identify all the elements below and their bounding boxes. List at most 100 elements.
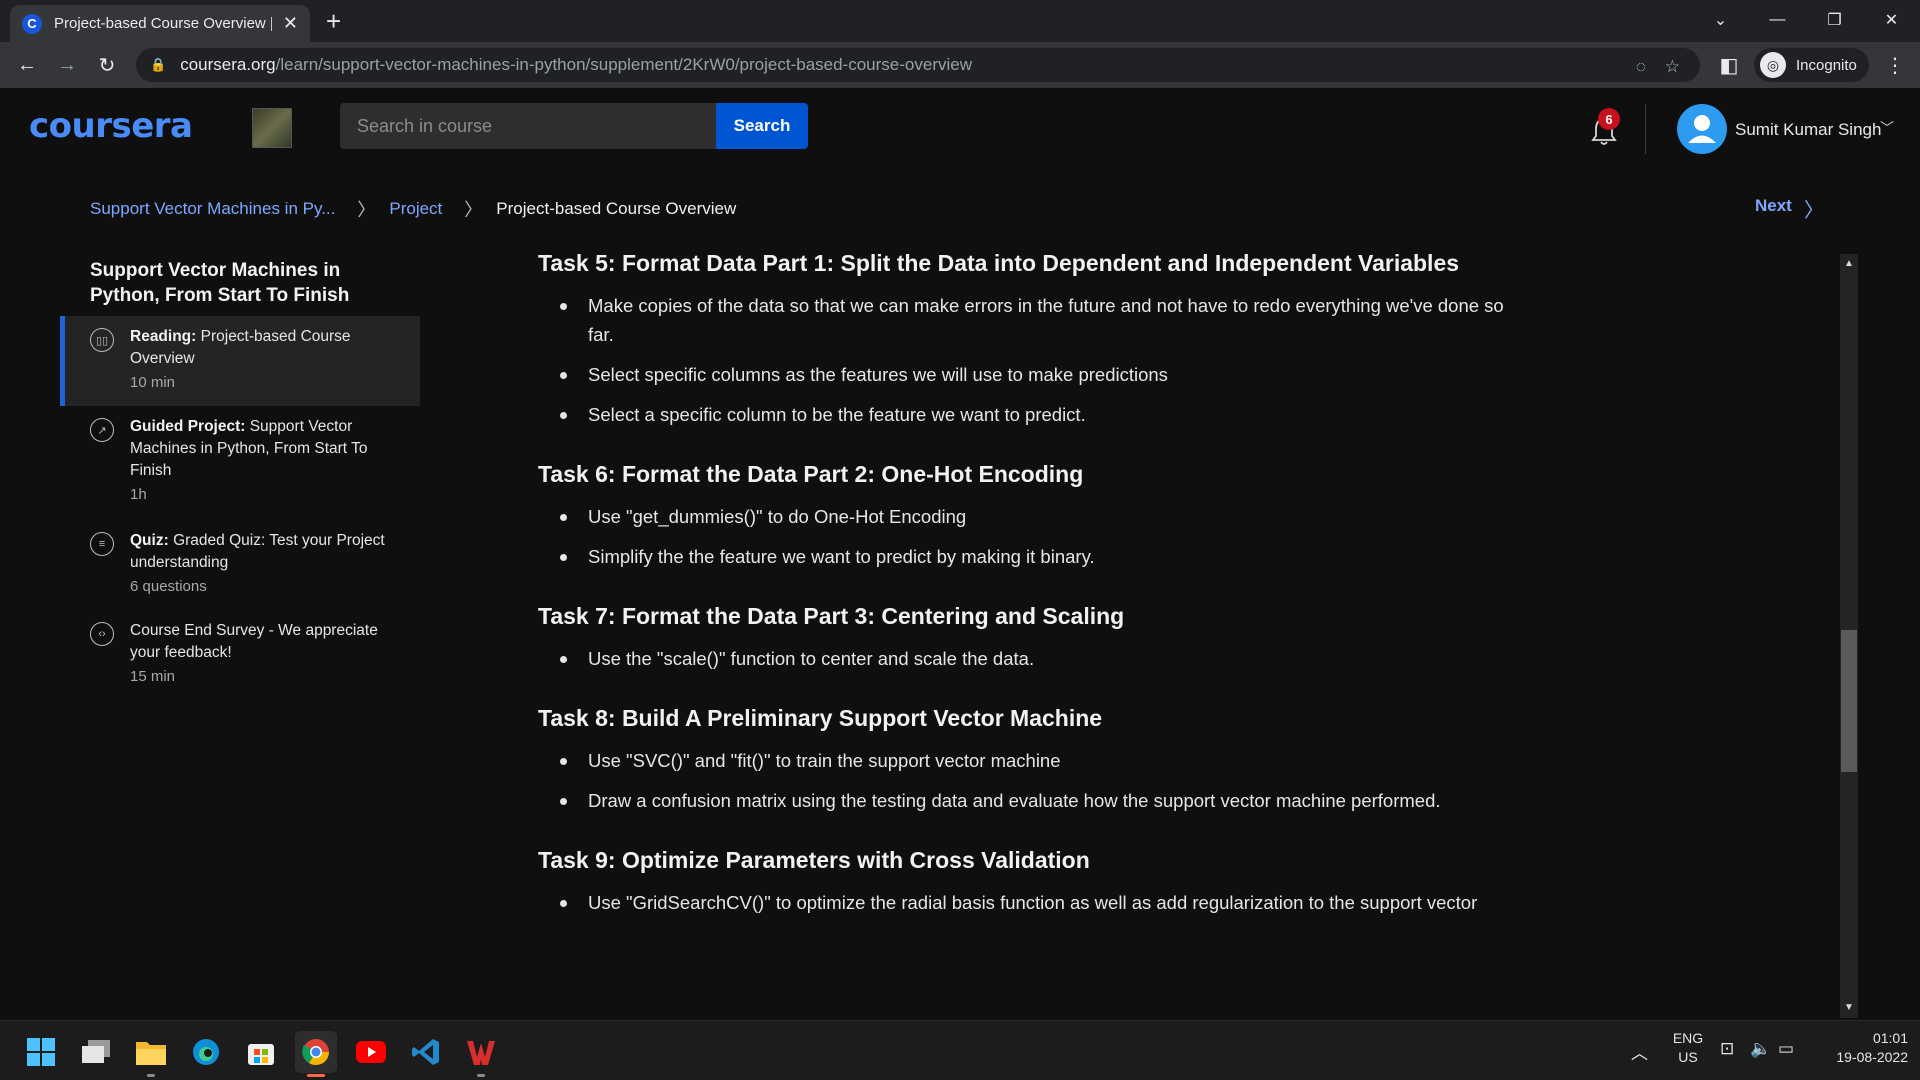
task-heading: Task 8: Build A Preliminary Support Vect… <box>538 705 1103 731</box>
sidebar-item-survey[interactable]: ‹› Course End Survey - We appreciate you… <box>60 610 420 695</box>
file-explorer-icon[interactable] <box>130 1031 172 1077</box>
task-bullet: Simplify the the feature we want to pred… <box>560 542 1520 571</box>
task-bullet: Draw a confusion matrix using the testin… <box>560 786 1520 815</box>
course-thumbnail[interactable] <box>252 108 292 148</box>
battery-icon[interactable]: ▭ <box>1778 1039 1794 1059</box>
survey-icon: ‹› <box>90 622 114 646</box>
task-bullet: Select specific columns as the features … <box>560 360 1520 389</box>
back-arrow-icon[interactable]: ← <box>14 52 40 78</box>
reload-icon[interactable]: ↻ <box>94 52 120 78</box>
forward-arrow-icon[interactable]: → <box>54 52 80 78</box>
browser-menu-icon[interactable]: ⋮ <box>1882 52 1908 78</box>
task-heading: Task 5: Format Data Part 1: Split the Da… <box>538 250 1460 276</box>
notification-count-badge: 6 <box>1598 108 1620 130</box>
item-type: Reading: <box>130 328 197 345</box>
start-icon[interactable] <box>20 1031 62 1073</box>
tab-search-icon[interactable]: ⌄ <box>1692 0 1749 40</box>
incognito-label: Incognito <box>1796 56 1857 74</box>
task-heading: Task 7: Format the Data Part 3: Centerin… <box>538 603 1125 629</box>
search-input[interactable] <box>340 103 716 149</box>
window-controls: ⌄ — ❐ ✕ <box>1692 0 1920 40</box>
item-meta: 15 min <box>130 668 176 685</box>
url-path: /learn/support-vector-machines-in-python… <box>275 55 972 74</box>
bookmark-star-icon[interactable]: ☆ <box>1665 57 1680 77</box>
tab-title: Project-based Course Overview | <box>54 15 272 32</box>
chevron-down-icon[interactable]: ﹀ <box>1880 118 1894 138</box>
vscode-icon[interactable] <box>405 1031 447 1073</box>
task-bullet: Use "SVC()" and "fit()" to train the sup… <box>560 746 1520 775</box>
new-tab-button[interactable]: + <box>326 6 341 37</box>
item-type: Guided Project: <box>130 418 246 435</box>
clock-time: 01:01 <box>1872 1030 1908 1046</box>
lock-icon[interactable]: 🔒 <box>150 57 166 73</box>
restore-button[interactable]: ❐ <box>1806 0 1863 40</box>
language-code: ENG <box>1672 1030 1704 1046</box>
sidebar-item-reading[interactable]: ▯▯ Reading: Project-based Course Overvie… <box>60 316 420 406</box>
coursera-favicon-icon: C <box>22 13 42 34</box>
wps-icon[interactable] <box>460 1031 502 1077</box>
task-bullet: Select a specific column to be the featu… <box>560 400 1520 429</box>
chrome-icon[interactable] <box>295 1031 337 1077</box>
eye-slash-icon[interactable]: ◌ <box>1636 57 1646 77</box>
user-name[interactable]: Sumit Kumar Singh <box>1735 120 1881 140</box>
search-button[interactable]: Search <box>716 103 808 149</box>
sidebar-item-guided-project[interactable]: ↗ Guided Project: Support Vector Machine… <box>60 406 420 513</box>
avatar[interactable] <box>1677 104 1727 154</box>
address-bar[interactable]: 🔒 coursera.org/learn/support-vector-mach… <box>136 48 1700 82</box>
sidebar-item-quiz[interactable]: ≡ Quiz: Graded Quiz: Test your Project u… <box>60 520 420 605</box>
language-indicator[interactable]: ENG US <box>1668 1029 1708 1067</box>
breadcrumb-course[interactable]: Support Vector Machines in Py... <box>90 199 335 219</box>
store-icon[interactable] <box>240 1031 282 1073</box>
url-host: coursera.org <box>180 55 276 74</box>
header-divider <box>1645 104 1646 154</box>
close-window-button[interactable]: ✕ <box>1863 0 1920 40</box>
youtube-icon[interactable] <box>350 1031 392 1073</box>
scroll-down-icon[interactable]: ▼ <box>1841 1000 1857 1016</box>
task-section: Task 7: Format the Data Part 3: Centerin… <box>538 603 1538 673</box>
network-icon[interactable]: ⊡ <box>1720 1039 1734 1059</box>
breadcrumb-project[interactable]: Project <box>389 199 442 219</box>
browser-tab[interactable]: C Project-based Course Overview | ✕ <box>10 5 310 42</box>
clock-date: 19-08-2022 <box>1836 1049 1908 1065</box>
item-label: Graded Quiz: Test your Project understan… <box>130 532 385 571</box>
region-code: US <box>1678 1049 1698 1065</box>
volume-icon[interactable]: 🔈 <box>1750 1039 1771 1059</box>
browser-toolbar: ← → ↻ 🔒 coursera.org/learn/support-vecto… <box>0 42 1920 88</box>
item-meta: 1h <box>130 486 147 503</box>
minimize-button[interactable]: — <box>1749 0 1806 40</box>
task-heading: Task 9: Optimize Parameters with Cross V… <box>538 847 1090 873</box>
scrollbar-thumb[interactable] <box>1841 630 1857 772</box>
windows-taskbar: ︿ ENG US ⊡ 🔈 ▭ 01:01 19-08-2022 <box>0 1020 1920 1080</box>
coursera-logo[interactable]: coursera <box>29 106 193 146</box>
item-label: Course End Survey - We appreciate your f… <box>130 622 378 661</box>
incognito-icon: ◎ <box>1760 52 1786 78</box>
chevron-right-icon[interactable]: 〉 <box>1804 194 1824 223</box>
task-section: Task 8: Build A Preliminary Support Vect… <box>538 705 1538 815</box>
close-tab-icon[interactable]: ✕ <box>283 13 298 34</box>
task-section: Task 6: Format the Data Part 2: One-Hot … <box>538 461 1538 571</box>
item-type: Quiz: <box>130 532 169 549</box>
task-bullet: Make copies of the data so that we can m… <box>560 291 1520 349</box>
reading-icon: ▯▯ <box>90 328 114 352</box>
next-button[interactable]: Next <box>1755 196 1792 216</box>
task-bullet: Use the "scale()" function to center and… <box>560 644 1520 673</box>
browser-tab-strip: C Project-based Course Overview | ✕ + ⌄ … <box>0 0 1920 42</box>
task-heading: Task 6: Format the Data Part 2: One-Hot … <box>538 461 1084 487</box>
task-view-icon[interactable] <box>75 1031 117 1073</box>
edge-icon[interactable] <box>185 1031 227 1073</box>
task-bullet: Use "GridSearchCV()" to optimize the rad… <box>560 888 1520 917</box>
quiz-icon: ≡ <box>90 532 114 556</box>
breadcrumb-current: Project-based Course Overview <box>496 199 737 218</box>
show-hidden-icons-chevron-icon[interactable]: ︿ <box>1631 1039 1648 1064</box>
user-silhouette-icon <box>1688 115 1716 143</box>
item-meta: 10 min <box>130 374 176 391</box>
guided-project-icon: ↗ <box>90 418 114 442</box>
clock[interactable]: 01:01 19-08-2022 <box>1818 1029 1908 1067</box>
side-panel-icon[interactable]: ◧ <box>1716 52 1742 78</box>
task-section: Task 9: Optimize Parameters with Cross V… <box>538 847 1538 917</box>
incognito-profile[interactable]: ◎ Incognito <box>1754 48 1869 82</box>
scroll-up-icon[interactable]: ▲ <box>1841 256 1857 272</box>
breadcrumb: Support Vector Machines in Py... 〉 Proje… <box>90 196 736 222</box>
task-section: Task 5: Format Data Part 1: Split the Da… <box>538 250 1538 429</box>
site-header: coursera Search 6 Sumit Kumar Singh ﹀ <box>0 88 1920 168</box>
